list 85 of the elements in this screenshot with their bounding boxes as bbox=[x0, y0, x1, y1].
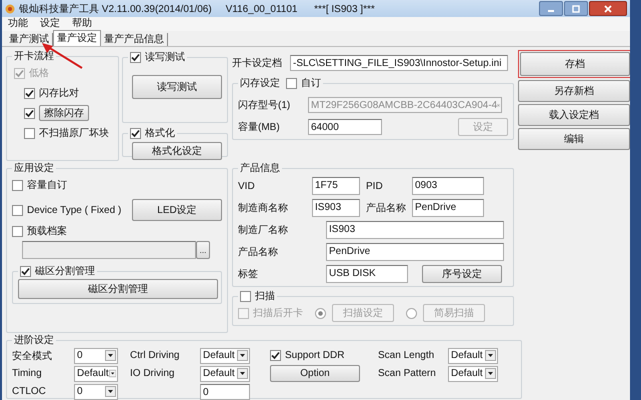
menu-item[interactable]: 功能 bbox=[8, 18, 28, 30]
dropdown[interactable]: Default bbox=[200, 366, 250, 382]
maximize-icon bbox=[572, 4, 580, 12]
input-field[interactable]: 0903 bbox=[412, 177, 484, 195]
input-field[interactable] bbox=[22, 241, 196, 259]
app-icon bbox=[5, 4, 15, 14]
checkbox[interactable] bbox=[130, 52, 141, 62]
serial-settings-button[interactable]: 序号设定 bbox=[422, 265, 502, 283]
input-field[interactable]: 64000 bbox=[308, 119, 382, 135]
checkbox-label[interactable]: Device Type ( Fixed ) bbox=[27, 204, 122, 216]
browse-button[interactable]: ... bbox=[196, 241, 210, 259]
option-button[interactable]: Option bbox=[270, 365, 360, 382]
field-label: VID bbox=[238, 180, 256, 192]
field-label: IO Driving bbox=[130, 368, 176, 379]
checkbox-label[interactable]: 容量自订 bbox=[27, 178, 67, 192]
checkbox[interactable] bbox=[20, 266, 31, 276]
field-label: 开卡设定档 bbox=[232, 56, 282, 70]
dropdown[interactable]: 0 bbox=[74, 348, 118, 364]
menu-item[interactable]: 帮助 bbox=[72, 18, 92, 30]
input-field[interactable]: 1F75 bbox=[312, 177, 360, 195]
input-field[interactable]: -SLC\SETTING_FILE_IS903\Innostor-Setup.ini bbox=[290, 55, 508, 71]
input-field[interactable]: PenDrive bbox=[326, 243, 504, 261]
checkbox-label[interactable]: 闪存比对 bbox=[39, 86, 79, 100]
dropdown[interactable]: Default bbox=[74, 366, 118, 382]
tab[interactable]: 量产产品信息 bbox=[101, 33, 168, 46]
side-button[interactable]: 编辑 bbox=[518, 128, 630, 150]
group-title: 闪存设定 bbox=[240, 76, 280, 90]
checkbox-label[interactable]: 预载档案 bbox=[27, 224, 67, 238]
read-write-test-button[interactable]: 读写测试 bbox=[132, 75, 222, 99]
window-title: 银灿科技量产工具 V2.11.00.39(2014/01/06) V116_00_01101 ***[ IS903 ]*** bbox=[19, 2, 375, 16]
field-label: 闪存型号(1) bbox=[238, 98, 292, 112]
field-label: CTLOC bbox=[12, 386, 47, 397]
field-label: 产品名称 bbox=[366, 202, 407, 215]
menu-item[interactable]: 设定 bbox=[40, 18, 60, 30]
close-button[interactable] bbox=[589, 1, 627, 16]
checkbox[interactable] bbox=[12, 226, 23, 236]
field-label: 产品名称 bbox=[238, 246, 279, 259]
field-label: 制造商名称 bbox=[238, 202, 289, 215]
side-button[interactable]: 载入设定档 bbox=[518, 104, 630, 126]
dropdown[interactable]: Default bbox=[448, 366, 498, 382]
field-label: 制造厂名称 bbox=[238, 224, 289, 237]
tab[interactable]: 量产设定 bbox=[53, 30, 101, 46]
checkbox-label[interactable]: 读写测试 bbox=[145, 50, 185, 64]
side-button[interactable]: 另存新档 bbox=[518, 80, 630, 102]
input-field[interactable]: PenDrive bbox=[412, 199, 484, 217]
group-title: 开卡流程 bbox=[14, 51, 54, 62]
checkbox-label[interactable]: 磁区分割管理 bbox=[35, 264, 95, 278]
field-label: 标签 bbox=[238, 268, 259, 281]
checkbox[interactable] bbox=[24, 128, 35, 138]
format-settings-button[interactable]: 格式化设定 bbox=[132, 142, 222, 160]
field-label: Timing bbox=[12, 368, 43, 379]
checkbox-label[interactable]: 自订 bbox=[301, 76, 321, 90]
checkbox[interactable] bbox=[270, 350, 281, 361]
checkbox[interactable] bbox=[12, 204, 23, 216]
group-title: 产品信息 bbox=[240, 163, 280, 174]
input-field[interactable]: 0 bbox=[200, 384, 250, 400]
checkbox[interactable] bbox=[24, 88, 35, 98]
group-title: 应用设定 bbox=[14, 163, 54, 174]
input-field[interactable]: IS903 bbox=[326, 221, 504, 239]
field-label: Scan Length bbox=[378, 350, 436, 361]
field-label: Ctrl Driving bbox=[130, 350, 180, 361]
dropdown[interactable]: 0 bbox=[74, 384, 118, 400]
checkbox[interactable] bbox=[12, 180, 23, 190]
checkbox[interactable] bbox=[24, 108, 35, 118]
group-title: 进阶设定 bbox=[14, 335, 54, 346]
close-icon bbox=[604, 4, 612, 12]
dropdown[interactable]: Default bbox=[448, 348, 498, 364]
maximize-button[interactable] bbox=[564, 1, 588, 16]
checkbox[interactable] bbox=[130, 128, 141, 138]
checkbox-label[interactable]: 不扫描原厂坏块 bbox=[39, 126, 109, 140]
input-field[interactable]: IS903 bbox=[312, 199, 360, 217]
dropdown[interactable]: Default bbox=[200, 348, 250, 364]
field-label: 容量(MB) bbox=[238, 120, 281, 134]
side-button[interactable]: 存档 bbox=[520, 52, 630, 76]
input-field[interactable]: USB DISK bbox=[326, 265, 408, 283]
field-label: PID bbox=[366, 180, 384, 192]
checkbox[interactable] bbox=[286, 78, 297, 88]
checkbox-label[interactable]: Support DDR bbox=[285, 350, 344, 361]
field-label: 安全模式 bbox=[12, 350, 53, 362]
field-label: Scan Pattern bbox=[378, 368, 437, 379]
erase-button[interactable]: 擦除闪存 bbox=[39, 105, 89, 121]
minimize-button[interactable] bbox=[539, 1, 563, 16]
checkbox-label[interactable]: 格式化 bbox=[145, 126, 175, 140]
led-settings-button[interactable]: LED设定 bbox=[132, 199, 222, 221]
partition-manager-button[interactable]: 磁区分割管理 bbox=[18, 279, 218, 299]
